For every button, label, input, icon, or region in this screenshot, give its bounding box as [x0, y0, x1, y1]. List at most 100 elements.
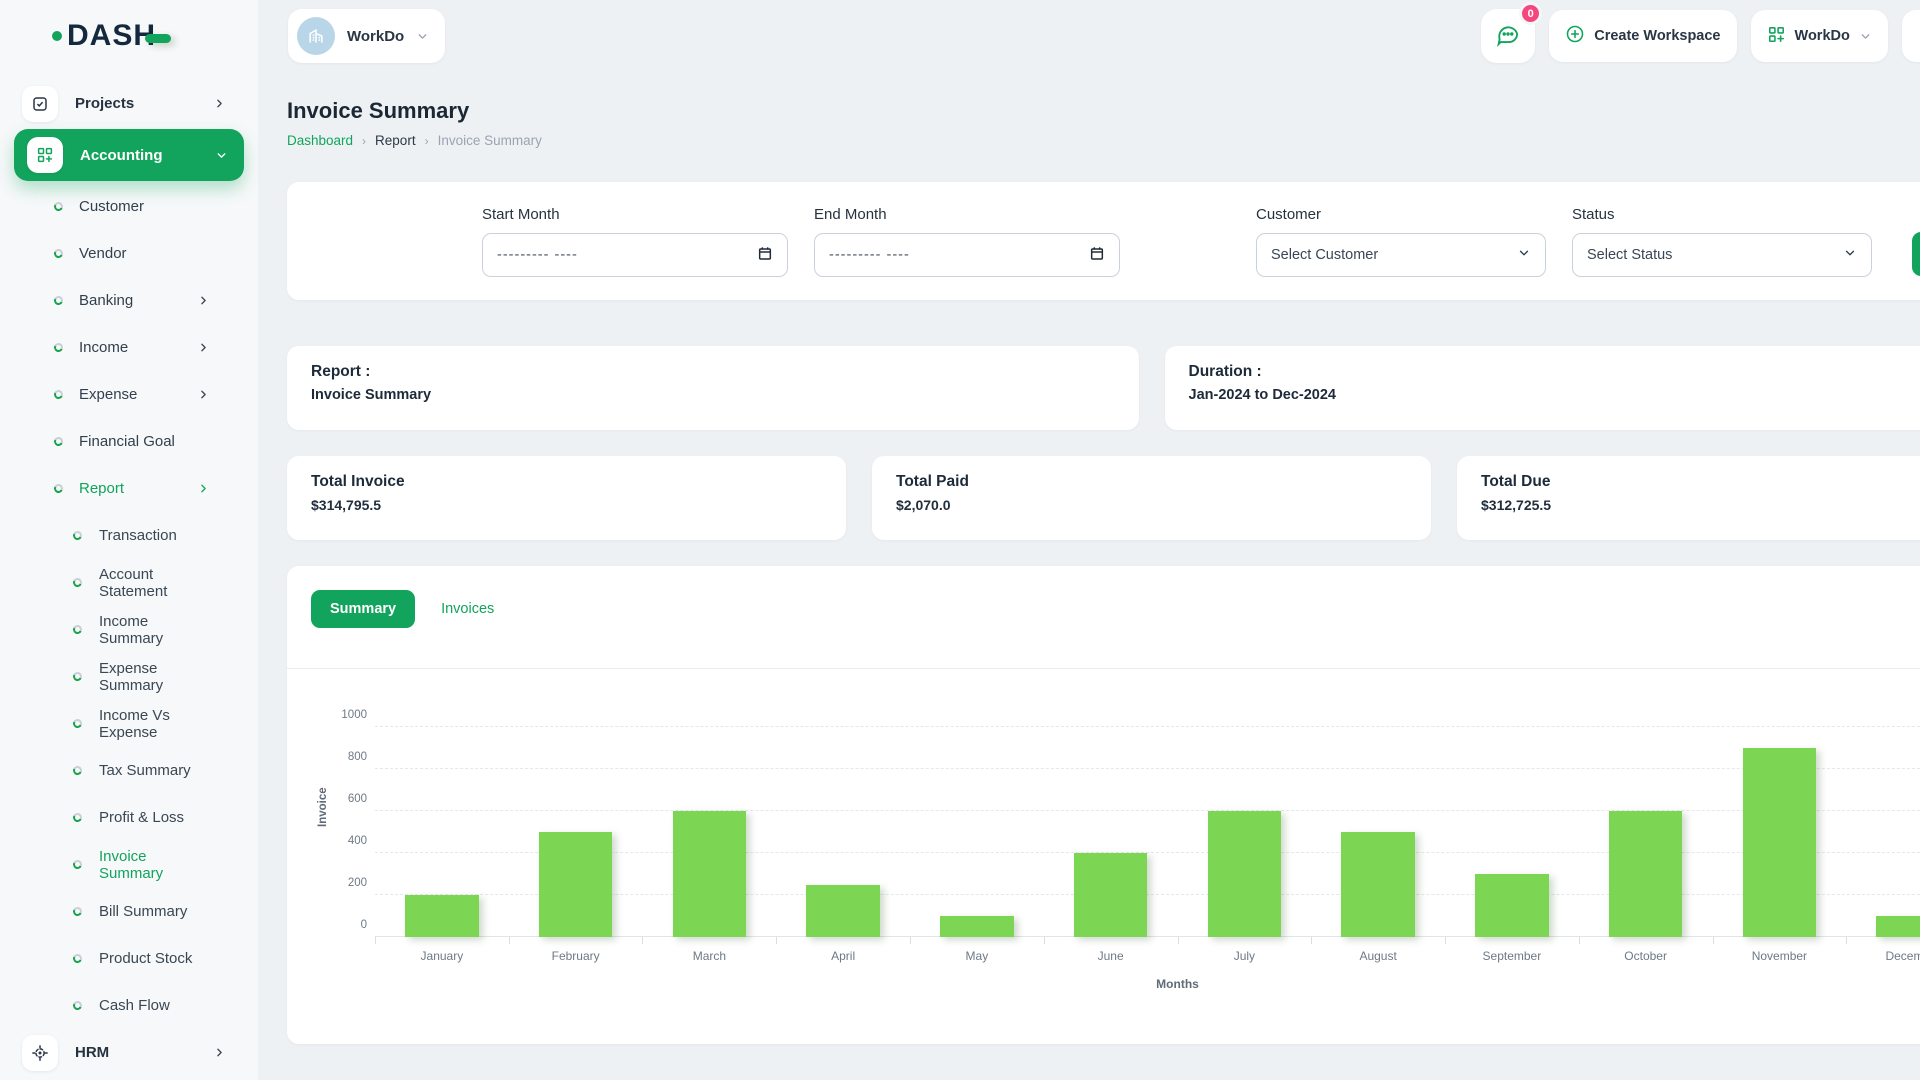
calendar-icon[interactable]	[1089, 245, 1105, 265]
workdo-menu-button[interactable]: WorkDo	[1751, 10, 1888, 62]
workspace-selector[interactable]: WorkDo	[288, 9, 445, 63]
sidebar-item-cash-flow[interactable]: Cash Flow	[14, 982, 244, 1029]
sidebar-item-vendor[interactable]: Vendor	[14, 230, 244, 277]
sidebar-item-customer[interactable]: Customer	[14, 183, 244, 230]
bar-slot-november	[1713, 727, 1847, 937]
start-month-label: Start Month	[482, 206, 788, 223]
bar-may	[940, 916, 1014, 937]
sidebar-item-income-vs-expense[interactable]: Income Vs Expense	[14, 700, 244, 747]
sidebar-item-label: Projects	[75, 95, 134, 112]
x-tick-label-august: August	[1311, 949, 1445, 963]
chevron-down-icon	[1843, 246, 1857, 264]
sidebar-item-bill-summary[interactable]: Bill Summary	[14, 888, 244, 935]
bar-slot-april	[776, 727, 910, 937]
tab-summary[interactable]: Summary	[311, 590, 415, 628]
sidebar-item-label: Bill Summary	[99, 903, 187, 920]
x-tick-label-october: October	[1579, 949, 1713, 963]
sidebar-item-hrm[interactable]: HRM	[14, 1029, 244, 1076]
sidebar-item-product-stock[interactable]: Product Stock	[14, 935, 244, 982]
sidebar-item-label: Account Statement	[99, 566, 210, 600]
x-tick-mark	[1713, 937, 1714, 944]
sidebar-item-label: Invoice Summary	[99, 848, 210, 882]
sidebar-item-label: Expense	[79, 386, 137, 403]
breadcrumb-dashboard[interactable]: Dashboard	[287, 133, 353, 148]
x-tick-mark	[509, 937, 510, 944]
sidebar-item-profit-loss[interactable]: Profit & Loss	[14, 794, 244, 841]
sidebar-item-projects[interactable]: Projects	[14, 80, 244, 127]
bar-january	[405, 895, 479, 937]
x-tick-label-january: January	[375, 949, 509, 963]
sidebar-item-label: Banking	[79, 292, 133, 309]
report-card-title: Report :	[311, 363, 1115, 381]
sidebar-item-label: Financial Goal	[79, 433, 175, 450]
chevron-right-icon	[197, 388, 210, 401]
language-selector[interactable]: EN	[1902, 10, 1920, 62]
end-month-input[interactable]: --------- ----	[814, 233, 1120, 277]
x-tick-label-february: February	[509, 949, 643, 963]
workspace-name: WorkDo	[347, 28, 404, 45]
y-tick-label: 200	[329, 877, 367, 889]
sidebar-item-account-statement[interactable]: Account Statement	[14, 559, 244, 606]
messages-badge: 0	[1519, 2, 1542, 25]
sidebar-item-label: Profit & Loss	[99, 809, 184, 826]
start-month-field: Start Month --------- ----	[482, 206, 788, 277]
customer-select[interactable]: Select Customer	[1256, 233, 1546, 277]
bullet-icon	[72, 906, 84, 918]
target-icon	[22, 1035, 58, 1071]
y-tick-label: 1000	[329, 709, 367, 721]
duration-card-title: Duration :	[1189, 363, 1920, 381]
sidebar-item-tax-summary[interactable]: Tax Summary	[14, 747, 244, 794]
bar-slot-february	[509, 727, 643, 937]
bullet-icon	[72, 953, 84, 965]
start-month-input[interactable]: --------- ----	[482, 233, 788, 277]
bar-slot-march	[643, 727, 777, 937]
sidebar-item-label: Income Summary	[99, 613, 210, 647]
bullet-icon	[72, 577, 84, 589]
apply-filter-button[interactable]	[1912, 232, 1920, 276]
sidebar-item-report[interactable]: Report	[14, 465, 244, 512]
bar-slot-june	[1044, 727, 1178, 937]
sidebar-item-accounting[interactable]: Accounting	[14, 129, 244, 181]
chevron-right-icon	[197, 294, 210, 307]
sidebar-item-banking[interactable]: Banking	[14, 277, 244, 324]
chat-icon	[1495, 21, 1521, 52]
sidebar-item-label: HRM	[75, 1044, 109, 1061]
bar-april	[806, 885, 880, 938]
bar-series	[375, 727, 1920, 937]
messages-button[interactable]: 0	[1481, 9, 1535, 63]
create-workspace-button[interactable]: Create Workspace	[1549, 10, 1736, 62]
chevron-right-icon	[213, 1046, 226, 1059]
bullet-icon	[53, 483, 65, 495]
bar-slot-july	[1178, 727, 1312, 937]
bullet-icon	[53, 389, 65, 401]
sidebar-item-transaction[interactable]: Transaction	[14, 512, 244, 559]
calendar-icon[interactable]	[757, 245, 773, 265]
chevron-right-icon	[213, 97, 226, 110]
sidebar-nav: Projects Accounting CustomerVendor Banking I…	[0, 72, 258, 1076]
sidebar-item-invoice-summary[interactable]: Invoice Summary	[14, 841, 244, 888]
status-select[interactable]: Select Status	[1572, 233, 1872, 277]
chevron-down-icon	[1517, 246, 1531, 264]
filter-card: Start Month --------- ---- End Month ---…	[287, 182, 1920, 300]
dash-logo[interactable]: DASH	[52, 19, 171, 53]
sidebar-item-financial-goal[interactable]: Financial Goal	[14, 418, 244, 465]
sidebar-item-expense[interactable]: Expense	[14, 371, 244, 418]
sidebar-item-label: Accounting	[80, 147, 163, 164]
tab-invoices[interactable]: Invoices	[441, 601, 494, 617]
end-month-label: End Month	[814, 206, 1120, 223]
building-icon	[297, 17, 335, 55]
sidebar-item-income[interactable]: Income	[14, 324, 244, 371]
invoice-bar-chart: Invoice 02004006008001000 JanuaryFebruar…	[287, 669, 1920, 991]
x-tick-label-april: April	[776, 949, 910, 963]
y-axis-title: Invoice	[317, 787, 329, 827]
sidebar-item-income-summary[interactable]: Income Summary	[14, 606, 244, 653]
bar-november	[1743, 748, 1817, 937]
topbar: WorkDo 0	[258, 0, 1920, 72]
chevron-down-icon	[1859, 30, 1872, 43]
sidebar-item-expense-summary[interactable]: Expense Summary	[14, 653, 244, 700]
sidebar-item-label: Product Stock	[99, 950, 192, 967]
y-tick-label: 0	[329, 919, 367, 931]
x-tick-mark	[642, 937, 643, 944]
sidebar-item-label: Report	[79, 480, 124, 497]
breadcrumb-report[interactable]: Report	[375, 133, 416, 148]
